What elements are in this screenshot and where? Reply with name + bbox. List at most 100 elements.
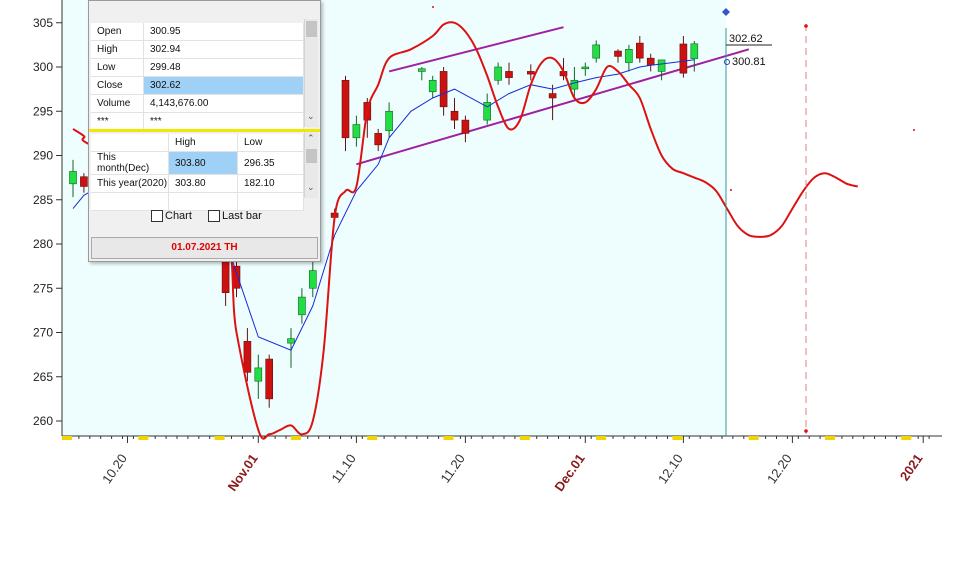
x-tick-label: Dec.01 [551,451,587,494]
ohlc-label: Open [91,23,144,41]
candle-body [450,110,459,121]
stray-marker-right [913,129,915,131]
ohlc-value: *** [143,112,304,131]
chart-checkbox[interactable]: Chart [151,210,192,222]
y-tick-label: 270 [33,326,53,340]
ohlc-value: 302.62 [143,76,304,95]
y-tick-label: 300 [33,60,53,74]
candle-body [494,66,502,81]
candle-body [221,256,230,293]
info-panel[interactable]: Open 300.95 High 302.94 Low 299.48 Close 302… [88,0,321,262]
ma-price-label: 300.81 [732,56,766,68]
chart-checkbox-box[interactable] [151,210,163,222]
ohlc-row-high: High 302.94 [91,40,304,59]
candle-body [461,119,470,134]
candle-body [614,50,622,57]
range-header-low: Low [237,134,304,152]
candle-body [287,338,295,344]
range-header-high: High [168,134,238,152]
candle-body [526,71,535,75]
weekend-marker [443,436,454,440]
range-high: 303.80 [168,174,238,193]
x-tick-label: 11.20 [437,451,467,485]
x-tick-label: 12.20 [764,451,795,486]
panel-divider[interactable] [89,129,320,132]
candle-body [417,68,426,72]
candle-body [428,79,437,93]
y-tick-label: 280 [33,237,53,251]
ohlc-value: 302.94 [143,40,304,59]
candle-body [625,48,633,63]
ohlc-row-low: Low 299.48 [91,58,304,77]
candle-body [646,57,655,66]
range-scroll-thumb[interactable] [306,149,317,163]
weekend-marker [290,436,301,440]
x-tick-label: 11.10 [328,451,358,485]
candle-body [265,358,274,400]
ohlc-scrollbar[interactable]: ⌄ [304,19,318,127]
candle-body [635,42,644,59]
last-bar-checkbox-box[interactable] [208,210,220,222]
candle-body [69,171,77,185]
scroll-down-icon[interactable]: ⌄ [307,182,315,193]
candle-body [308,270,317,289]
range-high: 303.80 [168,151,238,175]
candle-body [592,44,601,59]
weekend-marker [214,436,225,440]
weekend-marker [672,436,683,440]
weekend-marker [62,436,72,440]
range-label: This year(2020) [91,174,169,193]
last-bar-checkbox[interactable]: Last bar [208,210,262,222]
y-tick-label: 290 [33,149,53,163]
stray-marker-mid [730,189,732,191]
options-row: Chart Last bar [89,204,320,228]
candle-body [254,367,263,382]
candle-body [679,43,688,74]
range-table: High Low This month(Dec) 303.80 296.35 T… [91,134,304,211]
candle-body [298,296,306,316]
range-header-blank [91,134,169,152]
candle-body [352,124,361,139]
range-header-row: High Low [91,134,304,152]
y-tick-label: 305 [33,16,53,30]
y-tick-label: 260 [33,414,53,428]
ohlc-row-close: Close 302.62 [91,76,304,95]
x-tick-label: 10.20 [99,451,130,486]
ohlc-scroll-thumb[interactable] [306,21,317,37]
x-tick-label: Nov.01 [225,451,261,494]
close-price-label: 302.62 [729,33,763,45]
ohlc-label: Volume [91,94,144,113]
ohlc-label: High [91,40,144,59]
last-bar-checkbox-label: Last bar [222,210,262,222]
candle-body [690,43,699,59]
candle-body [657,59,666,72]
scroll-up-icon[interactable]: ⌃ [307,133,315,144]
candle-body [374,133,383,146]
candle-body [548,93,557,99]
chart-checkbox-label: Chart [165,210,192,222]
ohlc-row-volume: Volume 4,143,676.00 [91,94,304,113]
range-label: This month(Dec) [91,151,169,175]
candle-body [385,110,393,132]
weekend-marker [825,436,835,440]
weekend-marker [519,436,530,440]
candle-body [232,265,241,289]
range-row-month: This month(Dec) 303.80 296.35 [91,151,304,175]
y-tick-label: 265 [33,370,53,384]
candle-body [243,341,252,373]
scroll-down-icon[interactable]: ⌄ [307,111,315,122]
candle-body [505,71,513,78]
range-row-year: This year(2020) 303.80 182.10 [91,174,304,193]
stray-marker-top [432,6,434,8]
range-scrollbar[interactable]: ⌃ ⌄ [304,132,318,198]
ohlc-label: *** [91,112,144,131]
range-low: 182.10 [237,174,304,193]
ohlc-label: Low [91,58,144,77]
weekend-marker [138,436,149,440]
ohlc-value: 299.48 [143,58,304,77]
candle-body [570,79,579,90]
ohlc-row-open: Open 300.95 [91,23,304,41]
ohlc-label: Close [91,76,144,95]
candle-body [439,71,448,108]
ohlc-table: Open 300.95 High 302.94 Low 299.48 Close 302… [91,23,304,131]
